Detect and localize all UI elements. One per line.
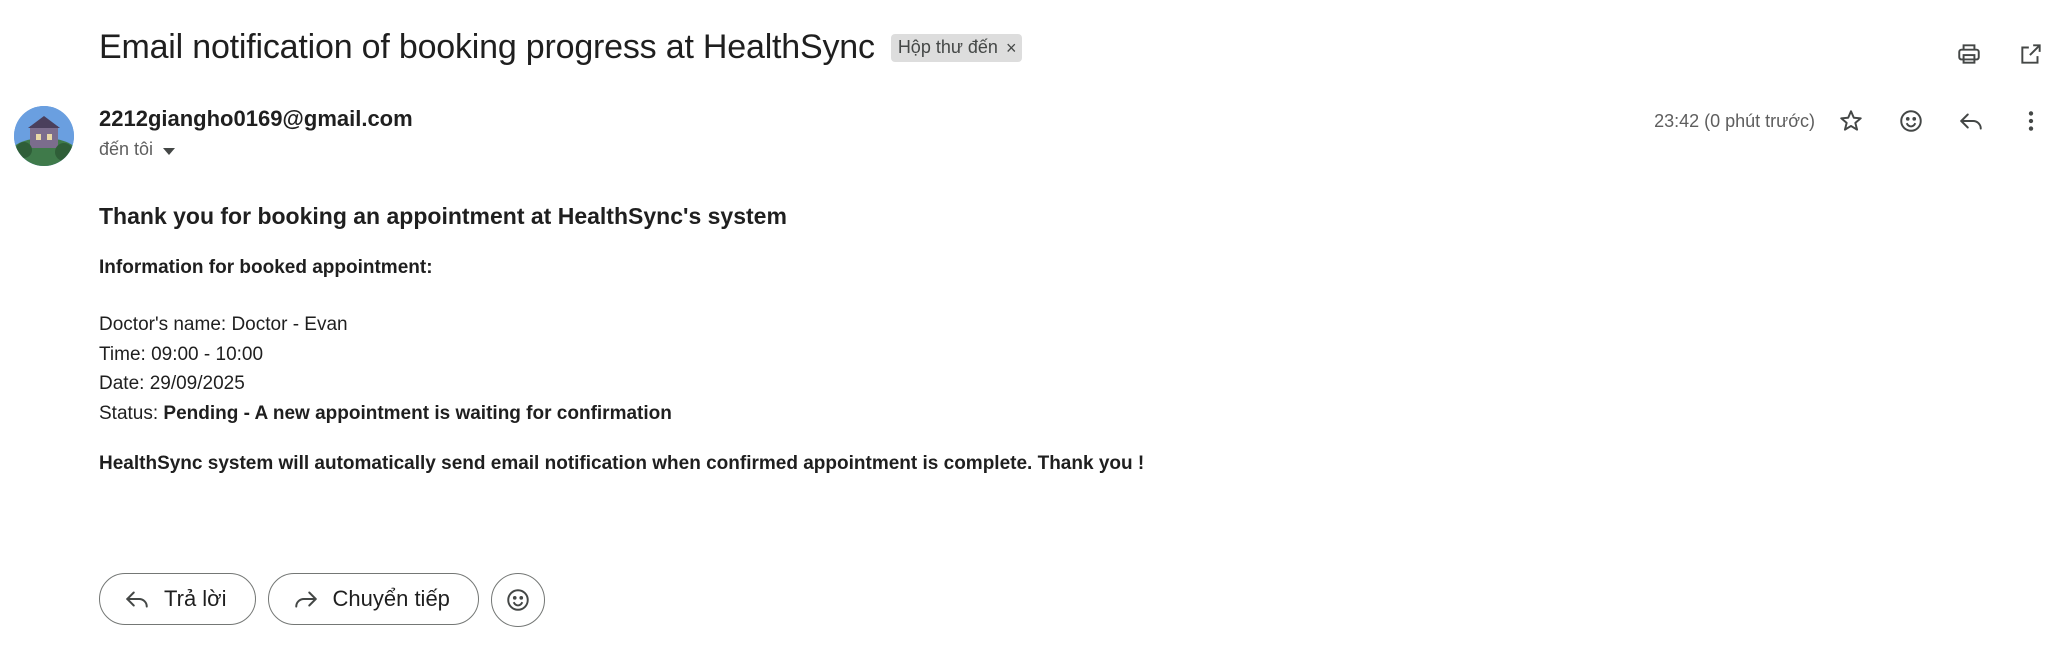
appointment-status: Status: Pending - A new appointment is w… [99, 399, 1144, 429]
sender-avatar[interactable] [14, 106, 74, 166]
doctor-name: Doctor's name: Doctor - Evan [99, 314, 348, 335]
email-body: Thank you for booking an appointment at … [99, 203, 1144, 475]
emoji-react-icon[interactable] [1895, 105, 1927, 137]
inbox-label-text: Hộp thư đến [897, 37, 998, 57]
body-heading: Thank you for booking an appointment at … [99, 203, 787, 229]
appointment-date: Date: 29/09/2025 [99, 373, 245, 394]
reply-button[interactable]: Trả lời [99, 573, 256, 625]
reply-bar: Trả lời Chuyển tiếp [99, 573, 545, 627]
star-icon[interactable] [1835, 105, 1867, 137]
forward-icon [294, 591, 317, 608]
subject-row: Email notification of booking progress a… [99, 28, 1023, 67]
status-value: Pending - A new appointment is waiting f… [163, 402, 672, 424]
recipient-text: đến tôi [99, 139, 154, 159]
reply-button-label: Trả lời [164, 586, 227, 611]
remove-label-button[interactable]: × [1006, 39, 1017, 57]
forward-button[interactable]: Chuyển tiếp [267, 573, 479, 625]
message-meta: 23:42 (0 phút trước) [1654, 105, 2047, 137]
info-title: Information for booked appointment: [99, 257, 433, 278]
more-vert-icon[interactable] [2015, 105, 2047, 137]
chevron-down-icon [163, 147, 176, 155]
email-subject: Email notification of booking progress a… [99, 28, 875, 66]
message-timestamp: 23:42 (0 phút trước) [1654, 110, 1815, 131]
forward-button-label: Chuyển tiếp [332, 586, 450, 611]
print-icon[interactable] [1953, 38, 1985, 70]
inbox-label-chip[interactable]: Hộp thư đến × [890, 33, 1023, 62]
reply-icon [126, 591, 148, 608]
emoji-react-button[interactable] [490, 573, 545, 627]
closing-note: HealthSync system will automatically sen… [99, 453, 1145, 474]
emoji-icon [507, 589, 529, 611]
open-in-new-window-icon[interactable] [2015, 38, 2047, 70]
sender-email: 2212giangho0169@gmail.com [99, 106, 413, 131]
recipient-details-toggle[interactable]: đến tôi [99, 139, 176, 160]
reply-icon[interactable] [1955, 105, 1987, 137]
status-label: Status: [99, 402, 164, 424]
thread-actions [1953, 38, 2047, 70]
appointment-time: Time: 09:00 - 10:00 [99, 343, 264, 365]
